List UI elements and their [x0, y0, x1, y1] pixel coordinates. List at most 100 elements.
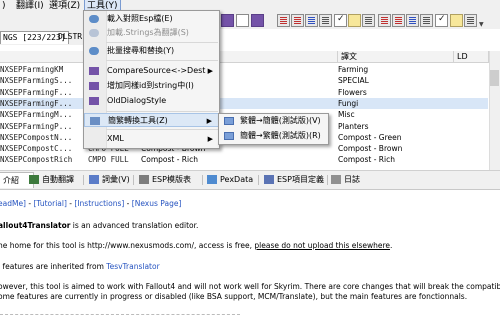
instructions-link[interactable]: [Instructions] [74, 199, 124, 208]
menu-separator [106, 42, 218, 43]
template-icon [139, 175, 149, 184]
toolbar-box-button[interactable] [236, 14, 249, 27]
tesvtranslator-link[interactable]: TesvTranslator [106, 262, 159, 271]
tab-esp-template[interactable]: ESP模版表 [138, 172, 191, 187]
add-id-icon [89, 82, 99, 90]
translation-cell: SPECIAL [338, 76, 369, 86]
menu-item-compare-source-dest[interactable]: CompareSource<->Dest ▶ [84, 64, 219, 78]
menu-item-label: 批量搜尋和替換(Y) [107, 46, 175, 55]
pexdata-icon [207, 175, 217, 184]
toolbar-list-red-button[interactable] [277, 14, 290, 27]
table-row[interactable]: NXSEPFarmingF... Fungi [0, 97, 488, 109]
toolbar-list-red-button-2[interactable] [291, 14, 304, 27]
however-line: owever, this tool is aimed to work with … [0, 282, 500, 291]
menu-translate[interactable]: 翻譯(I) [16, 0, 44, 12]
menu-item-batch-replace[interactable]: 批量搜尋和替換(Y) [84, 44, 219, 58]
submenu-arrow-icon: ▶ [207, 67, 213, 75]
grid-scrollbar-thumb[interactable] [490, 70, 499, 86]
record-id-cell: NXSEPFarmingP... [0, 121, 73, 131]
record-id-cell: NXSEPFarmingF... [0, 98, 73, 108]
convert-icon [224, 132, 234, 140]
translation-cell: Compost - Rich [338, 155, 395, 165]
readme-link[interactable]: eadMe] [0, 199, 26, 208]
toolbar-list-button-3[interactable] [420, 14, 433, 27]
toolbar-check-button[interactable] [334, 14, 347, 27]
toolbar-purple-button-2[interactable] [251, 14, 264, 27]
translation-cell: Misc [338, 110, 355, 120]
menu-item-old-dialog-style[interactable]: OldDialogStyle [84, 94, 219, 108]
toolbar-list-blue-button-2[interactable] [406, 14, 419, 27]
tab-divider [83, 175, 84, 185]
record-id-cell: NXSEPFarmingS... [0, 76, 73, 86]
toolbar-list-button[interactable] [319, 14, 332, 27]
menu-options[interactable]: 選項(Z) [49, 0, 80, 12]
toolbar-list-button-2[interactable] [362, 14, 375, 27]
toolbar-list-button-4[interactable] [464, 14, 477, 27]
tab-intro-label: 介紹 [3, 176, 19, 185]
convert-icon [224, 117, 234, 125]
toolbar-yellow-button[interactable] [348, 14, 361, 27]
toolbar-check-button-2[interactable] [435, 14, 448, 27]
tab-divider [327, 175, 328, 185]
menu-separator [106, 60, 218, 61]
column-header-translation[interactable]: 譯文 [338, 51, 454, 63]
record-type-cell: CMPO FULL [88, 155, 129, 165]
menu-file[interactable]: ) [2, 0, 6, 12]
toolbar-purple-button[interactable] [221, 14, 234, 27]
tab-esp-definition[interactable]: ESP項目定義 [263, 172, 324, 187]
tab-esp-definition-label: ESP項目定義 [277, 175, 324, 184]
tab-auto-translate[interactable]: 自動翻譯 [28, 172, 74, 187]
tab-pexdata-label: PexData [220, 175, 254, 184]
tab-divider [133, 175, 134, 185]
tab-pexdata[interactable]: PexData [206, 172, 253, 187]
toolbar-dropdown-arrow-icon[interactable]: ▼ [479, 21, 484, 28]
record-id-cell: NXSEPCompostC... [0, 144, 73, 154]
menubar: ) 翻譯(I) 選項(Z) 工具(Y) [0, 0, 500, 13]
submenu-arrow-icon: ▶ [207, 135, 213, 143]
table-row[interactable]: NXSEPFarmingS... SPECIAL [0, 75, 488, 86]
submenu-item-simp-to-trad[interactable]: 簡體→繁體(測試版)(R) [219, 129, 328, 143]
submenu-item-trad-to-simp[interactable]: 繁體→簡體(測試版)(V) [219, 114, 328, 128]
inherit-text: l features are inherited from [0, 262, 104, 271]
divider [0, 314, 240, 316]
tab-esp-template-label: ESP模版表 [152, 175, 191, 184]
auto-translate-icon [29, 175, 39, 184]
toolbar-list-blue-button[interactable] [305, 14, 318, 27]
menu-item-convert-tool[interactable]: 簡繁轉換工具(Z) ▶ [84, 113, 219, 127]
toolbar-list-red-button-4[interactable] [392, 14, 405, 27]
upload-warning: please do not upload this elsewhere [254, 241, 391, 250]
column-header-ld[interactable]: LD [454, 51, 489, 63]
tab-divider [258, 175, 259, 185]
record-id-cell: NXSEPFarmingF... [0, 87, 73, 97]
app-name: allout4Translator [0, 221, 71, 230]
table-row[interactable]: NXSEPCompostRich CMPO FULL Compost - Rich C… [0, 154, 488, 165]
menu-item-label: CompareSource<->Dest [107, 66, 206, 75]
home-end: . [390, 241, 393, 250]
tab-vocabulary[interactable]: 詞彙(V) [88, 172, 130, 187]
log-icon [331, 175, 341, 184]
table-row[interactable]: NXSEPFarmingKM Farming [0, 64, 488, 75]
toolbar-list-red-button-3[interactable] [378, 14, 391, 27]
menu-item-add-same-id[interactable]: 增加同樣id到string中(I) [84, 79, 219, 93]
intro-line: allout4Translator is an advanced transla… [0, 221, 198, 231]
nexus-page-link[interactable]: [Nexus Page] [132, 199, 182, 208]
menu-separator [106, 129, 218, 130]
tab-log-label: 日誌 [344, 175, 360, 184]
home-text: he home for this tool is http://www.nexu… [0, 241, 252, 250]
link-separator: - [124, 199, 132, 208]
intro-text: is an advanced translation editor. [70, 221, 199, 230]
dialog-style-icon [89, 97, 99, 105]
translation-cell: Flowers [338, 87, 367, 97]
menu-item-xml[interactable]: XML ▶ [84, 132, 219, 146]
table-row[interactable]: NXSEPFarmingF... Flowers [0, 87, 488, 98]
grid-scrollbar[interactable] [489, 51, 500, 170]
search-replace-icon [89, 47, 99, 55]
convert-icon [90, 117, 100, 125]
menu-item-load-strings[interactable]: 加載.Strings為翻譯(S) [84, 26, 219, 40]
tab-log[interactable]: 日誌 [330, 172, 360, 187]
tutorial-link[interactable]: [Tutorial] [33, 199, 66, 208]
menu-item-label: 載入對照Esp檔(E) [107, 14, 173, 23]
menu-item-load-compare-esp[interactable]: 載入對照Esp檔(E) [84, 12, 219, 26]
toolbar-yellow-button-2[interactable] [450, 14, 463, 27]
tab-dlstrings[interactable]: DLSTR [58, 31, 82, 43]
